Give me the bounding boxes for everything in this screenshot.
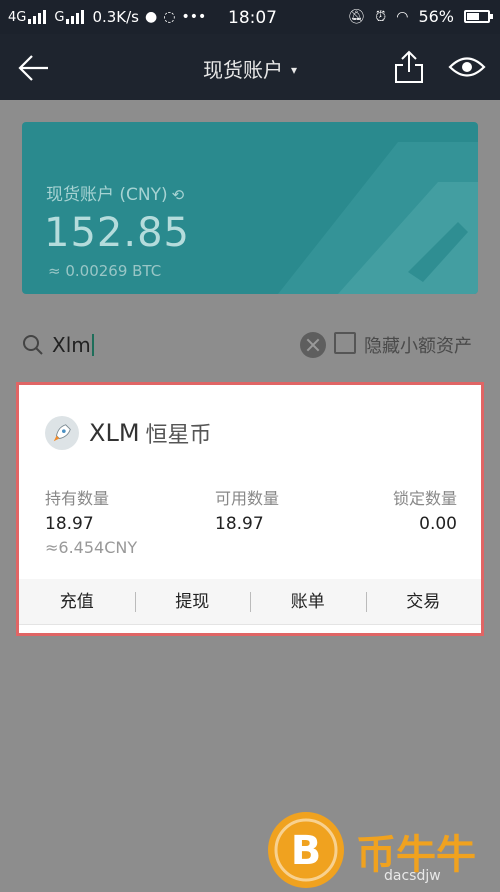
card-decoration [278,142,478,294]
battery-percent: 56% [418,7,454,26]
account-card-title: 现货账户 (CNY) ⟲ [46,180,184,205]
more-icon: ••• [181,9,207,25]
deposit-button[interactable]: 充值 [19,579,135,624]
available-quantity-value: 18.97 [215,514,264,534]
asset-name: 恒星币 [145,423,212,448]
clock: 18:07 [228,8,277,28]
text-cursor [91,334,94,356]
account-total-amount: 152.85 [44,210,190,256]
search-icon [23,335,43,355]
watermark-url: dacsdjw [384,868,441,884]
account-summary-card: 现货账户 (CNY) ⟲ 152.85 ≈ 0.00269 BTC [22,122,478,294]
trade-button[interactable]: 交易 [365,579,482,624]
signal-icon [28,10,47,24]
search-input-value: Xlm [52,333,91,357]
search-row: Xlm 隐藏小额资产 [0,326,500,366]
page-title: 现货账户 [202,58,283,82]
available-quantity-label: 可用数量 [215,489,280,508]
asset-action-bar: 充值 提现 账单 交易 [19,579,481,625]
locked-quantity-label: 锁定数量 [392,489,457,508]
hide-small-assets-label[interactable]: 隐藏小额资产 [364,332,472,358]
account-btc-equivalent: ≈ 0.00269 BTC [48,262,162,280]
alarm-icon: ⏰︎ [375,8,387,25]
cny-equivalent: ≈6.454CNY [45,538,138,557]
search-input[interactable]: Xlm [52,330,252,360]
search-notify-icon: ◌ [163,9,176,25]
wifi-icon: ◠ [396,8,409,25]
bitcoin-logo-icon: B [268,812,344,888]
network-type-1: 4G [8,9,27,25]
asset-header: XLM 恒星币 [45,415,212,451]
held-quantity-value: 18.97 [45,514,94,534]
account-title-text: 现货账户 (CNY) [46,185,168,205]
asset-card-xlm: XLM 恒星币 持有数量 可用数量 锁定数量 18.97 18.97 0.00 … [16,382,484,636]
network-type-2: G [54,9,65,25]
locked-quantity-value: 0.00 [419,514,457,534]
mute-icon: 🔕︎ [347,8,366,25]
clear-search-button[interactable] [300,332,326,358]
bill-button[interactable]: 账单 [250,579,366,624]
withdraw-button[interactable]: 提现 [134,579,251,624]
nav-bar: 现货账户 ▾ [0,34,500,100]
battery-icon [464,10,493,23]
asset-symbol: XLM [89,419,140,447]
status-bar: 4G G 0.3K/s ● ◌ ••• 18:07 🔕︎ ⏰︎ ◠ 56% [0,0,500,34]
net-speed: 0.3K/s [92,8,139,26]
wechat-icon: ● [145,9,158,25]
share-icon[interactable] [392,48,426,86]
eye-icon[interactable] [448,52,486,82]
swap-currency-icon[interactable]: ⟲ [172,186,185,204]
rocket-icon [45,416,79,450]
svg-text:B: B [291,828,322,874]
signal-icon-2 [66,10,85,24]
hide-small-assets-checkbox[interactable] [334,332,356,354]
held-quantity-label: 持有数量 [45,489,110,508]
chevron-down-icon: ▾ [290,63,298,77]
